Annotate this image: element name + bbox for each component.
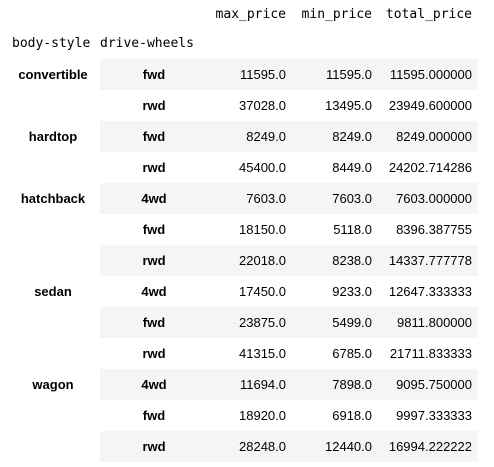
cell-max-price: 18920.0: [239, 408, 286, 423]
index-name-blank: [292, 28, 378, 59]
row-label-body-style: hardtop: [6, 121, 100, 183]
row-label-body-style: wagon: [6, 369, 100, 462]
cell-max-price: 7603.0: [208, 183, 292, 214]
index-name-row: body-style drive-wheels: [6, 28, 478, 59]
row-label-drive-wheels: fwd: [100, 121, 208, 152]
table-body: convertible fwd 11595.0 11595.0 11595.000000…: [6, 59, 478, 462]
row-label-drive-wheels: rwd: [100, 431, 208, 462]
cell-total-price: 11595.000000: [378, 59, 478, 90]
table-header: max_price min_price total_price body-sty…: [6, 0, 478, 59]
cell-total-price: 8249.000000: [378, 121, 478, 152]
row-label-drive-wheels: fwd: [142, 222, 166, 237]
cell-min-price: 5118.0: [333, 222, 372, 237]
cell-max-price: 45400.0: [239, 160, 286, 175]
cell-max-price: 22018.0: [208, 245, 292, 276]
cell-min-price: 7603.0: [292, 183, 378, 214]
cell-total-price: 9811.800000: [378, 307, 478, 338]
row-label-body-style: hatchback: [6, 183, 100, 276]
row-label-drive-wheels: fwd: [100, 59, 208, 90]
cell-max-price: 11595.0: [208, 59, 292, 90]
header-corner-blank: [6, 0, 100, 28]
cell-min-price: 13495.0: [325, 98, 372, 113]
row-label-drive-wheels: rwd: [142, 98, 166, 113]
cell-max-price: 23875.0: [208, 307, 292, 338]
table-row: sedan 4wd 17450.0 9233.0 12647.333333: [6, 276, 478, 369]
index-name-blank: [208, 28, 292, 59]
cell-max-price: 41315.0: [239, 346, 286, 361]
cell-min-price: 9233.0: [332, 284, 372, 299]
cell-total-price: 12647.333333: [388, 284, 472, 299]
cell-max-price: 17450.0: [239, 284, 286, 299]
cell-total-price: 23949.600000: [388, 98, 472, 113]
cell-min-price: 8249.0: [292, 121, 378, 152]
row-label-drive-wheels: rwd: [142, 346, 166, 361]
column-header-max-price: max_price: [215, 6, 286, 22]
cell-min-price: 8238.0: [292, 245, 378, 276]
table-row: hardtop fwd 8249.0 8249.0 8249.000000: [6, 121, 478, 183]
grouped-price-table: max_price min_price total_price body-sty…: [6, 0, 478, 462]
cell-total-price: 21711.833333: [389, 346, 472, 361]
row-label-drive-wheels: fwd: [142, 408, 166, 423]
table-row: hatchback 4wd 7603.0 7603.0 7603.000000: [6, 183, 478, 276]
cell-min-price: 11595.0: [292, 59, 378, 90]
cell-total-price: 16994.222222: [378, 431, 478, 462]
cell-max-price: 37028.0: [239, 98, 286, 113]
row-label-drive-wheels: fwd: [100, 307, 208, 338]
cell-min-price: 12440.0: [292, 431, 378, 462]
cell-min-price: 5499.0: [292, 307, 378, 338]
row-label-drive-wheels: 4wd: [141, 284, 167, 299]
cell-total-price: 24202.714286: [388, 160, 472, 175]
index-name-blank: [378, 28, 478, 59]
cell-total-price: 14337.777778: [378, 245, 478, 276]
cell-max-price: 28248.0: [208, 431, 292, 462]
cell-total-price: 9095.750000: [378, 369, 478, 400]
cell-max-price: 8249.0: [208, 121, 292, 152]
cell-min-price: 8449.0: [332, 160, 372, 175]
row-label-body-style: sedan: [6, 276, 100, 369]
cell-total-price: 8396.387755: [396, 222, 472, 237]
cell-total-price: 7603.000000: [378, 183, 478, 214]
row-label-drive-wheels: 4wd: [100, 183, 208, 214]
cell-total-price: 9997.333333: [396, 408, 472, 423]
cell-max-price: 11694.0: [208, 369, 292, 400]
cell-min-price: 7898.0: [292, 369, 378, 400]
index-name-body-style: body-style: [12, 36, 91, 51]
column-header-row: max_price min_price total_price: [6, 0, 478, 28]
cell-min-price: 6785.0: [332, 346, 372, 361]
dataframe-output: max_price min_price total_price body-sty…: [6, 0, 478, 462]
table-row: wagon 4wd 11694.0 7898.0 9095.750000: [6, 369, 478, 462]
column-header-total-price: total_price: [385, 6, 472, 22]
row-label-drive-wheels: rwd: [142, 160, 166, 175]
column-header-min-price: min_price: [301, 6, 372, 22]
cell-max-price: 18150.0: [239, 222, 286, 237]
header-corner-blank: [100, 0, 208, 28]
row-label-drive-wheels: rwd: [100, 245, 208, 276]
row-label-body-style: convertible: [6, 59, 100, 121]
table-row: convertible fwd 11595.0 11595.0 11595.000000: [6, 59, 478, 121]
row-label-drive-wheels: 4wd: [100, 369, 208, 400]
index-name-drive-wheels: drive-wheels: [100, 36, 194, 51]
cell-min-price: 6918.0: [332, 408, 372, 423]
